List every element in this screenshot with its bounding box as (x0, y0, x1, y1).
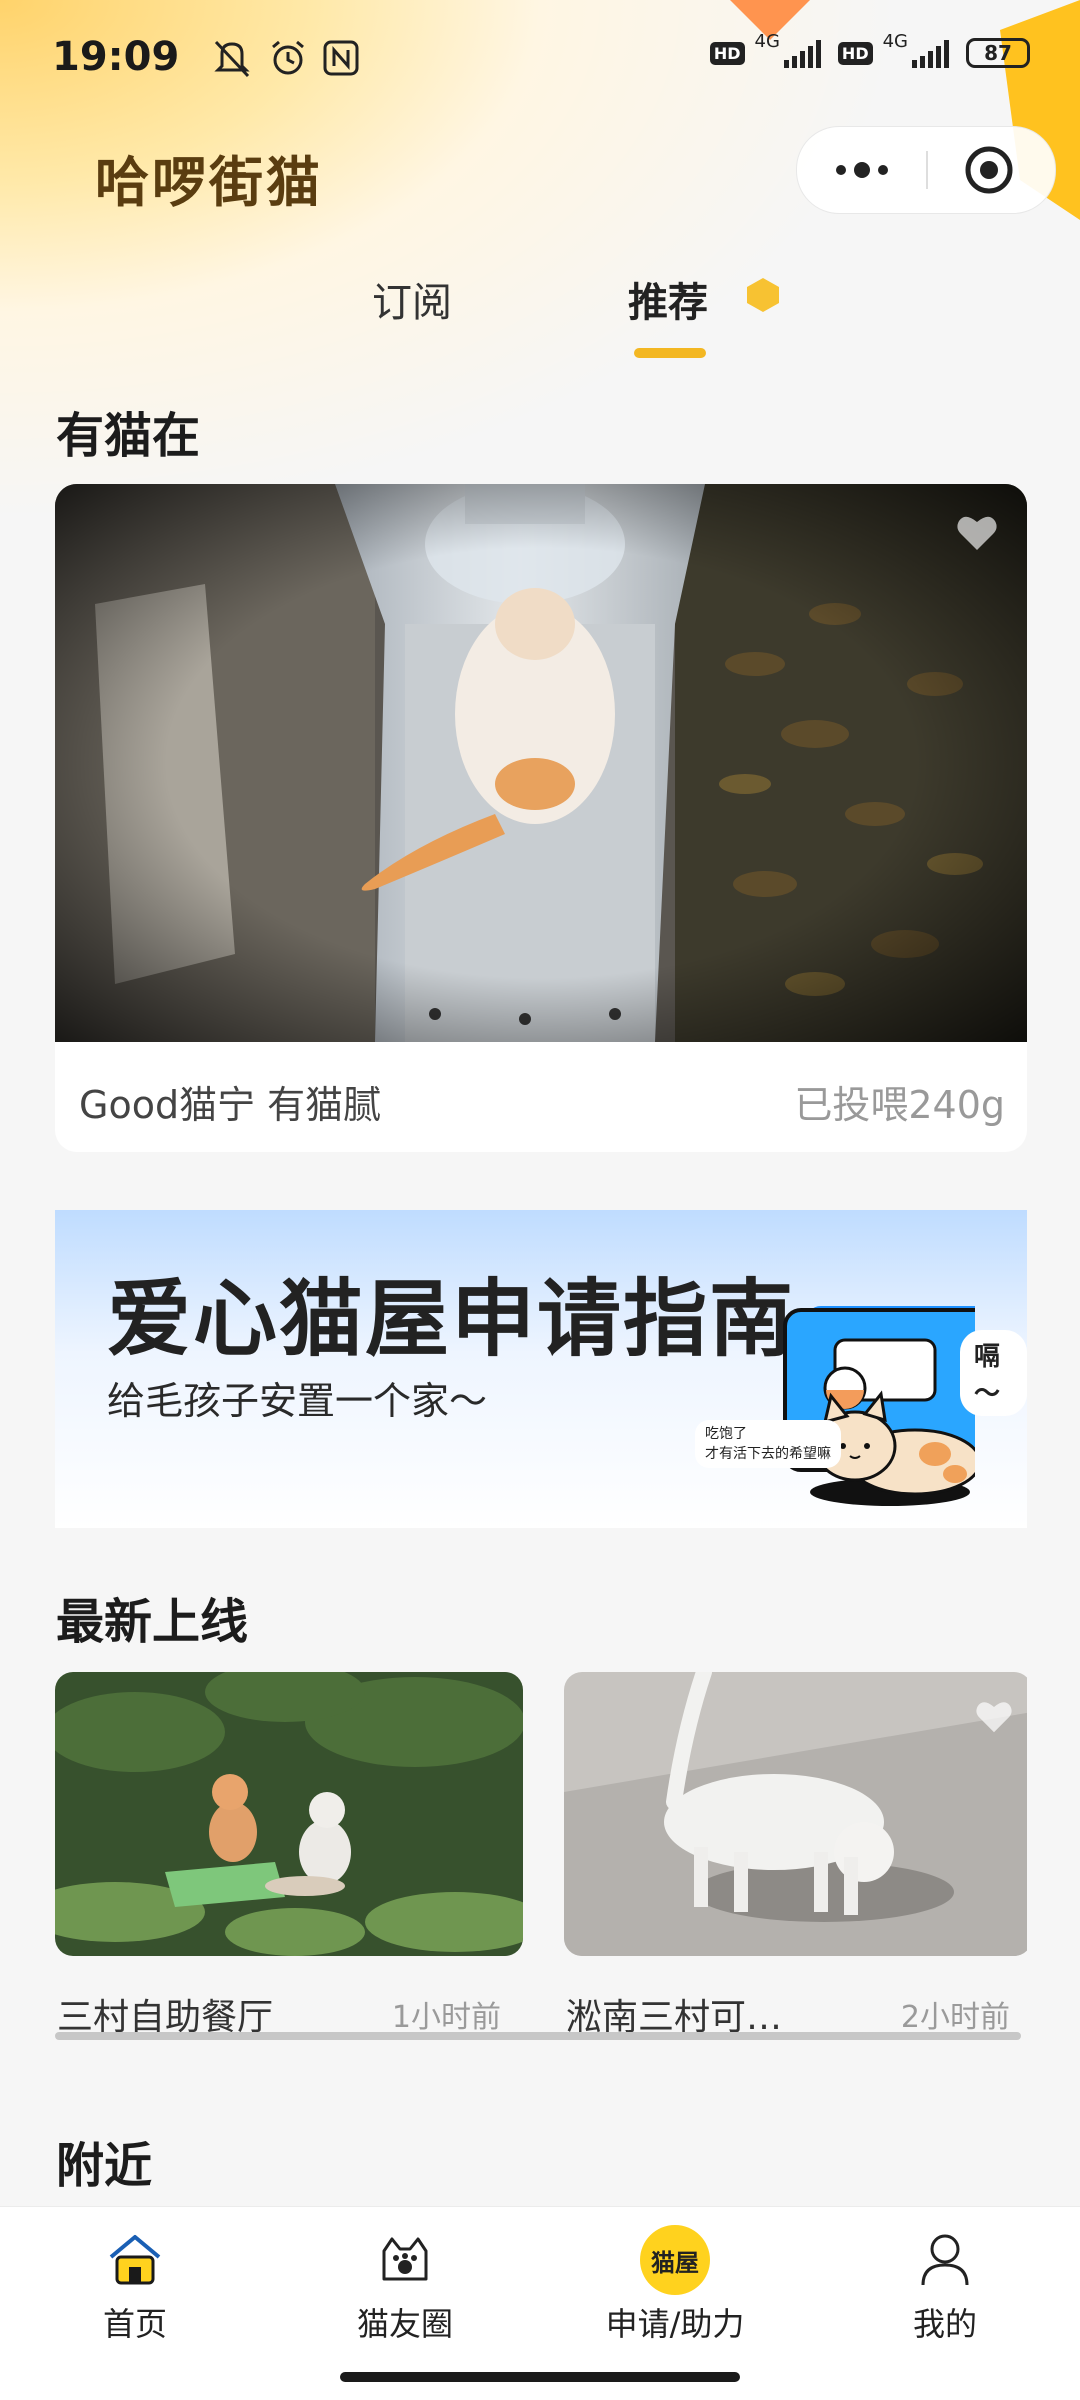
cat-house-guide-banner[interactable]: 爱心猫屋申请指南 给毛孩子安置一个家～ 嗝～ 吃饱了 才有活下去的希望嘛 (55, 1210, 1027, 1528)
battery-level: 87 (984, 41, 1012, 65)
white-cat-walking-image[interactable] (564, 1672, 1027, 1956)
signal-icon (912, 40, 949, 68)
newest-item-time: 2小时前 (900, 2000, 1010, 2035)
close-mini-program-icon[interactable] (963, 144, 1015, 196)
tabbar-label: 申请/助力 (605, 2305, 745, 2343)
favorite-heart-icon[interactable] (955, 512, 999, 552)
tabbar-item-home[interactable]: 首页 (35, 2225, 235, 2345)
newest-item-time: 1小时前 (391, 2000, 501, 2035)
capsule-divider (926, 151, 928, 189)
section-title-live: 有猫在 (56, 408, 201, 464)
cats-in-garden-image[interactable] (55, 1672, 545, 1956)
meow-bubble: 嗝～ (960, 1330, 1027, 1416)
signal-icon (783, 40, 821, 68)
tabbar-item-apply[interactable]: 猫屋 申请/助力 (575, 2225, 775, 2345)
full-bubble-line1: 吃饱了 (705, 1426, 747, 1442)
status-icons (210, 38, 360, 78)
network-label: 4G (754, 30, 780, 52)
tabbar-label: 我的 (912, 2305, 977, 2343)
section-title-newest: 最新上线 (56, 1594, 249, 1650)
section-title-nearby: 附近 (56, 2138, 153, 2194)
more-icon[interactable] (827, 150, 897, 190)
tab-active-indicator (634, 348, 706, 358)
status-right: HD 4G HD 4G 87 (709, 31, 1030, 68)
user-icon (921, 2234, 969, 2286)
favorite-heart-icon[interactable] (974, 1698, 1014, 1734)
fed-amount: 已投喂240g (794, 1083, 1005, 1127)
bottom-tab-bar: 首页 猫友圈 猫屋 申请/助力 我的 (0, 2206, 1080, 2355)
live-feeder-card[interactable]: Good猫宁 有猫腻 已投喂240g (55, 484, 1027, 1152)
hd-badge: HD (837, 41, 873, 65)
network-label: 4G (882, 30, 908, 52)
tabbar-item-me[interactable]: 我的 (845, 2225, 1045, 2345)
tabbar-label: 猫友圈 (356, 2305, 453, 2343)
hexagon-badge-icon (747, 278, 779, 312)
status-bar: 19:09 HD 4G HD 4G 87 (0, 0, 1080, 120)
full-bubble-line2: 才有活下去的希望嘛 (705, 1446, 831, 1462)
mini-program-capsule (796, 126, 1056, 214)
full-bubble: 吃饱了 才有活下去的希望嘛 (695, 1420, 841, 1468)
app-title: 哈啰街猫 (95, 151, 323, 214)
newest-card[interactable]: 淞南三村可… 2小时前 (564, 1672, 1027, 2038)
alarm-icon (272, 40, 304, 75)
home-indicator[interactable] (340, 2372, 740, 2382)
newest-card[interactable]: 三村自助餐厅 1小时前 (55, 1672, 545, 2038)
tab-recommend[interactable]: 推荐 (628, 270, 708, 328)
banner-subtitle: 给毛孩子安置一个家～ (107, 1379, 488, 1423)
tabbar-item-moments[interactable]: 猫友圈 (305, 2225, 505, 2345)
cat-house-icon: 猫屋 (640, 2225, 710, 2295)
horizontal-scrollbar[interactable] (55, 2032, 1021, 2040)
cat-paw-icon (382, 2237, 428, 2281)
battery-icon: 87 (966, 38, 1030, 68)
nfc-icon (323, 40, 359, 76)
mute-icon (214, 40, 250, 78)
cat-monitor-illustration (783, 1306, 975, 1506)
tabbar-label: 首页 (102, 2305, 167, 2343)
status-time: 19:09 (52, 34, 180, 80)
home-icon (109, 2235, 161, 2285)
newest-list[interactable]: 三村自助餐厅 1小时前 淞南三村可… 2小时前 (55, 1672, 1027, 2052)
top-tabs: 订阅 推荐 (0, 270, 1080, 360)
feeder-camera-image[interactable] (55, 484, 1027, 1042)
feeder-station-name: Good猫宁 有猫腻 (79, 1083, 382, 1127)
hd-badge: HD (709, 41, 745, 65)
tab-subscribe[interactable]: 订阅 (372, 270, 452, 328)
